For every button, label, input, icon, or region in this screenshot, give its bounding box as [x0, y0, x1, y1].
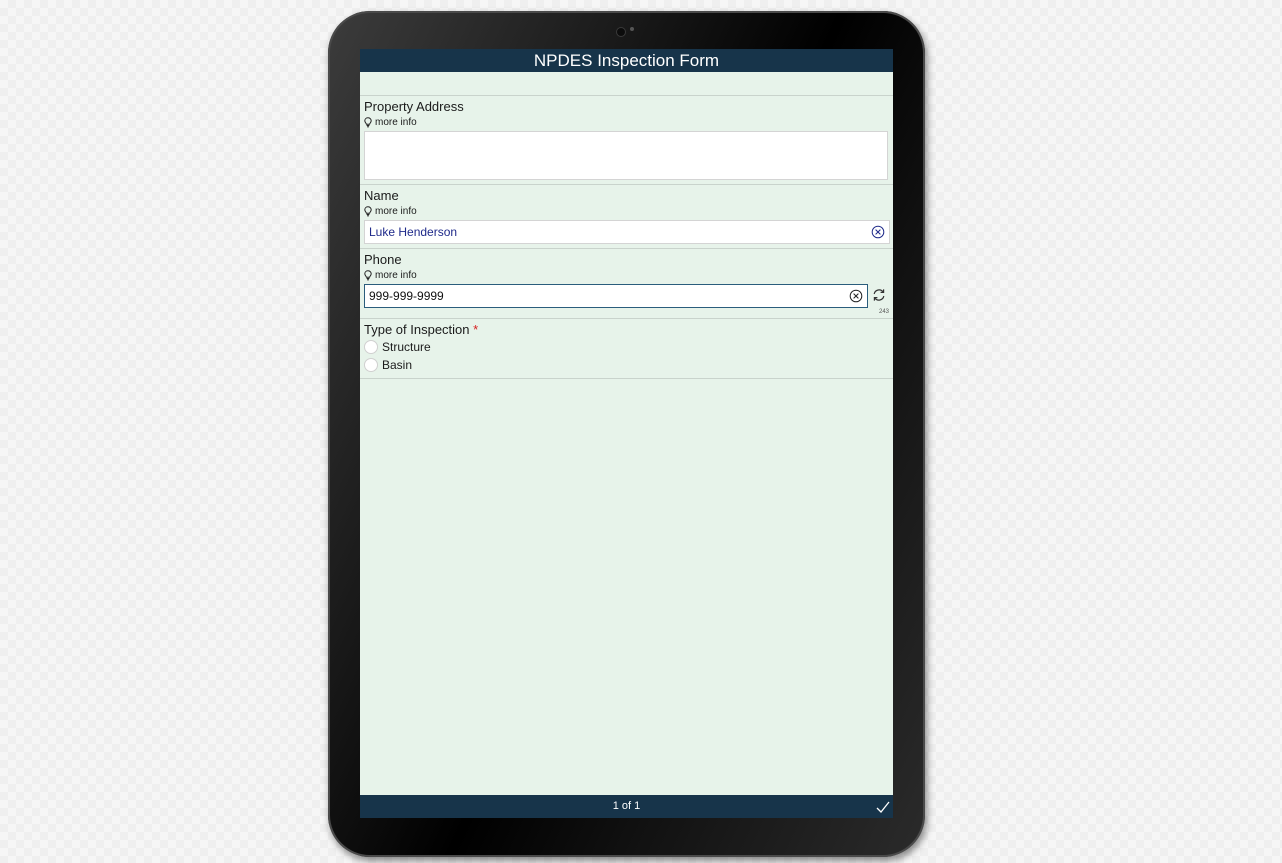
- camera-lens: [617, 28, 625, 36]
- phone-more-info[interactable]: more info: [364, 269, 889, 282]
- type-of-inspection-label: Type of Inspection *: [364, 322, 889, 338]
- property-address-input[interactable]: [364, 131, 888, 180]
- name-label: Name: [364, 188, 399, 203]
- character-count: 243: [878, 309, 889, 315]
- more-info-label: more info: [375, 270, 417, 281]
- question-phone: Phone more info 999-999-9999 243: [360, 249, 893, 319]
- lightbulb-icon: [364, 117, 372, 128]
- radio-option-basin[interactable]: Basin: [364, 356, 889, 374]
- property-address-more-info[interactable]: more info: [364, 116, 889, 129]
- question-type-of-inspection: Type of Inspection * Structure Basin: [360, 319, 893, 379]
- radio-button[interactable]: [364, 358, 378, 372]
- type-of-inspection-label-text: Type of Inspection: [364, 322, 470, 337]
- radio-button[interactable]: [364, 340, 378, 354]
- question-property-address: Property Address more info: [360, 96, 893, 185]
- question-name: Name more info Luke Henderson: [360, 185, 893, 249]
- camera-sensor: [630, 27, 634, 31]
- name-input[interactable]: Luke Henderson: [364, 220, 890, 244]
- form-screen: NPDES Inspection Form Property Address m…: [360, 49, 893, 818]
- clear-icon[interactable]: [871, 225, 885, 239]
- phone-value: 999-999-9999: [369, 289, 444, 303]
- lightbulb-icon: [364, 206, 372, 217]
- phone-label: Phone: [364, 252, 402, 267]
- refresh-icon[interactable]: [870, 286, 888, 304]
- radio-option-label: Structure: [382, 340, 431, 354]
- form-title: NPDES Inspection Form: [360, 49, 893, 72]
- tablet-frame: NPDES Inspection Form Property Address m…: [328, 11, 925, 857]
- pagination-label: 1 of 1: [612, 800, 641, 812]
- radio-option-structure[interactable]: Structure: [364, 338, 889, 356]
- form-footer: 1 of 1: [360, 795, 893, 818]
- more-info-label: more info: [375, 117, 417, 128]
- property-address-label: Property Address: [364, 99, 464, 114]
- phone-input[interactable]: 999-999-9999: [364, 284, 868, 308]
- lightbulb-icon: [364, 270, 372, 281]
- form-spacer: [360, 72, 893, 96]
- name-more-info[interactable]: more info: [364, 205, 889, 218]
- clear-icon[interactable]: [849, 289, 863, 303]
- radio-option-label: Basin: [382, 358, 413, 372]
- name-value: Luke Henderson: [369, 225, 458, 239]
- checkmark-icon[interactable]: [875, 799, 891, 815]
- required-marker: *: [473, 322, 479, 337]
- more-info-label: more info: [375, 206, 417, 217]
